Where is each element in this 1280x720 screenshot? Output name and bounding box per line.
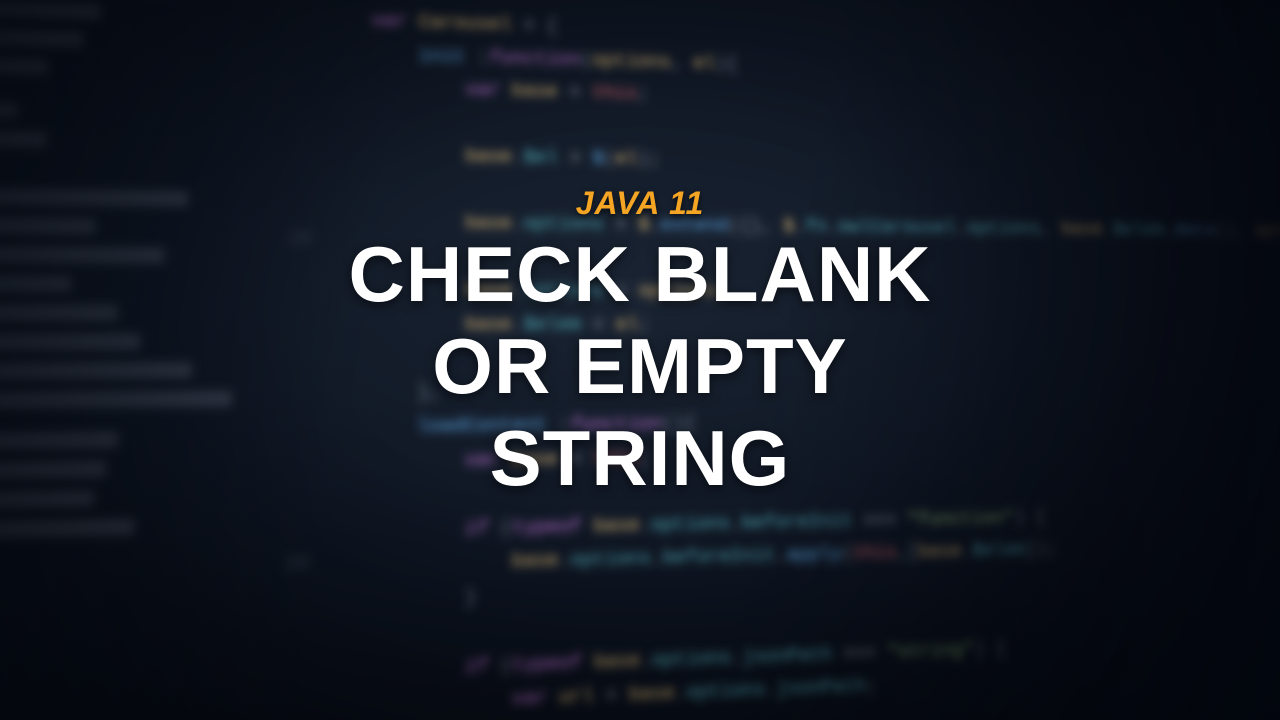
line-gutter: 1 10 20 xyxy=(269,0,314,583)
hero-image: 1 10 20 (function( $, window, document, … xyxy=(0,0,1280,720)
blurred-code-editor: 1 10 20 (function( $, window, document, … xyxy=(0,0,1280,720)
code-area: 1 10 20 (function( $, window, document, … xyxy=(318,0,1280,720)
file-tree xyxy=(0,0,297,546)
